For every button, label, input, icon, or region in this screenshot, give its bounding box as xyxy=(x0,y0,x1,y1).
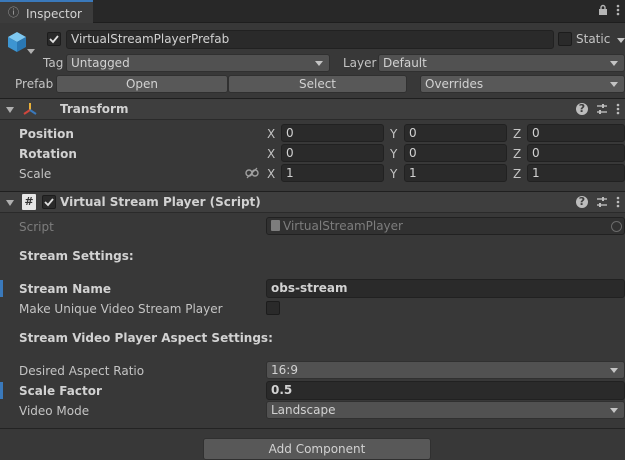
transform-axis-icon xyxy=(22,101,38,117)
script-hash-icon: # xyxy=(22,194,36,210)
aspect-ratio-value: 16:9 xyxy=(271,363,298,377)
scale-factor-label: Scale Factor xyxy=(19,384,102,398)
tab-bar: ⓘ Inspector xyxy=(0,0,625,23)
active-checkbox[interactable] xyxy=(47,32,61,46)
tab-inspector[interactable]: ⓘ Inspector xyxy=(0,0,93,23)
position-label: Position xyxy=(19,127,74,141)
foldout-arrow-icon[interactable] xyxy=(6,107,14,113)
preset-sliders-icon[interactable] xyxy=(596,102,608,116)
scale-x-field[interactable]: 1 xyxy=(281,164,384,182)
object-name-field[interactable]: VirtualStreamPlayerPrefab xyxy=(66,30,554,49)
tag-dropdown[interactable]: Untagged xyxy=(66,54,330,72)
stream-settings-header: Stream Settings: xyxy=(19,249,134,263)
axis-z-label[interactable]: Z xyxy=(513,167,521,181)
scale-label: Scale xyxy=(19,167,52,181)
axis-y-label[interactable]: Y xyxy=(390,127,397,141)
scale-y-field[interactable]: 1 xyxy=(404,164,507,182)
chevron-down-icon xyxy=(315,61,323,66)
position-y-field[interactable]: 0 xyxy=(404,124,507,142)
prefab-select-button[interactable]: Select xyxy=(228,75,407,93)
unique-player-label: Make Unique Video Stream Player xyxy=(19,302,223,316)
aspect-ratio-dropdown[interactable]: 16:9 xyxy=(266,361,625,379)
aspect-ratio-label: Desired Aspect Ratio xyxy=(19,364,145,378)
overrides-label: Overrides xyxy=(425,77,484,91)
unique-player-checkbox[interactable] xyxy=(266,301,280,315)
tag-label: Tag xyxy=(43,56,64,70)
axis-x-label[interactable]: X xyxy=(267,127,275,141)
rotation-z-field[interactable]: 0 xyxy=(527,144,625,162)
axis-x-label[interactable]: X xyxy=(267,167,275,181)
scale-z-field[interactable]: 1 xyxy=(527,164,625,182)
preset-sliders-icon[interactable] xyxy=(596,195,608,209)
layer-dropdown[interactable]: Default xyxy=(378,54,625,72)
script-component-title: Virtual Stream Player (Script) xyxy=(60,195,261,209)
static-dropdown-arrow[interactable] xyxy=(617,38,625,43)
foldout-arrow-icon[interactable] xyxy=(6,200,14,206)
script-reference-field[interactable]: VirtualStreamPlayer xyxy=(266,217,625,235)
position-z-field[interactable]: 0 xyxy=(527,124,625,142)
prefab-open-button[interactable]: Open xyxy=(56,75,228,93)
video-mode-label: Video Mode xyxy=(19,404,90,418)
aspect-settings-header: Stream Video Player Aspect Settings: xyxy=(19,331,273,345)
layer-label: Layer xyxy=(343,56,377,70)
tab-label: Inspector xyxy=(26,7,82,21)
tag-value: Untagged xyxy=(71,56,130,70)
static-checkbox[interactable] xyxy=(558,32,572,46)
axis-y-label[interactable]: Y xyxy=(390,167,397,181)
chevron-down-icon xyxy=(610,61,618,66)
add-component-button[interactable]: Add Component xyxy=(203,438,431,460)
chevron-down-icon xyxy=(610,82,618,87)
kebab-menu-icon[interactable] xyxy=(614,102,622,116)
script-file-icon xyxy=(271,220,280,231)
rotation-y-field[interactable]: 0 xyxy=(404,144,507,162)
video-mode-dropdown[interactable]: Landscape xyxy=(266,401,625,419)
axis-z-label[interactable]: Z xyxy=(513,127,521,141)
rotation-x-field[interactable]: 0 xyxy=(281,144,384,162)
modified-marker xyxy=(0,382,3,399)
stream-name-label: Stream Name xyxy=(19,282,111,296)
help-icon[interactable]: ? xyxy=(576,103,588,115)
lock-icon[interactable] xyxy=(597,4,609,16)
help-icon[interactable]: ? xyxy=(576,196,588,208)
stream-name-field[interactable]: obs-stream xyxy=(266,279,625,298)
kebab-menu-icon[interactable] xyxy=(614,3,622,17)
object-picker-icon[interactable] xyxy=(611,221,622,232)
unlinked-scale-icon[interactable] xyxy=(245,167,259,179)
scale-factor-field[interactable]: 0.5 xyxy=(266,381,625,400)
axis-z-label[interactable]: Z xyxy=(513,147,521,161)
prefab-cube-icon[interactable] xyxy=(6,30,28,54)
prefab-label: Prefab xyxy=(15,77,54,91)
transform-title: Transform xyxy=(60,102,129,116)
prefab-overrides-dropdown[interactable]: Overrides xyxy=(420,75,625,93)
modified-marker xyxy=(0,280,3,297)
chevron-down-icon xyxy=(610,368,618,373)
chevron-down-icon xyxy=(610,408,618,413)
transform-header[interactable]: Transform ? xyxy=(0,98,625,120)
axis-y-label[interactable]: Y xyxy=(390,147,397,161)
script-value: VirtualStreamPlayer xyxy=(283,219,403,233)
position-x-field[interactable]: 0 xyxy=(281,124,384,142)
kebab-menu-icon[interactable] xyxy=(614,195,622,209)
component-enabled-checkbox[interactable] xyxy=(42,195,56,209)
icon-dropdown-arrow[interactable] xyxy=(27,49,35,54)
info-icon: ⓘ xyxy=(8,6,19,19)
layer-value: Default xyxy=(383,56,427,70)
axis-x-label[interactable]: X xyxy=(267,147,275,161)
video-mode-value: Landscape xyxy=(271,403,336,417)
script-label: Script xyxy=(19,220,54,234)
script-component-header[interactable]: # Virtual Stream Player (Script) ? xyxy=(0,191,625,213)
rotation-label: Rotation xyxy=(19,147,77,161)
static-label: Static xyxy=(576,32,611,46)
section-divider xyxy=(0,428,625,429)
